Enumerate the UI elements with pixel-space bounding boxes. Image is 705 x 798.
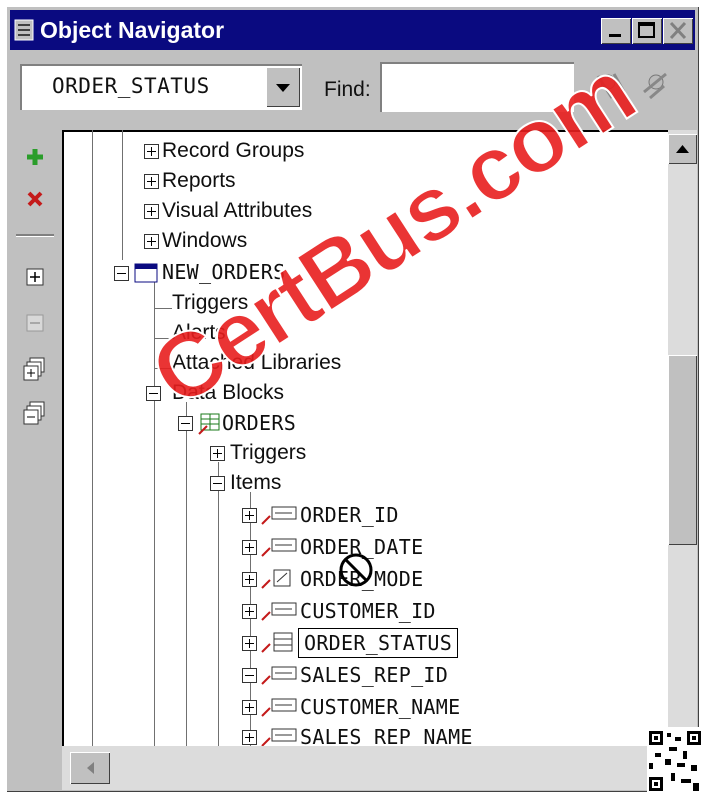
combo-value: ORDER_STATUS [52, 74, 210, 98]
close-button[interactable] [663, 18, 693, 44]
delete-button[interactable] [18, 182, 52, 216]
tree-guide-line [122, 130, 123, 260]
search-previous-icon[interactable] [594, 66, 630, 106]
qr-code-icon [647, 727, 703, 795]
collapse-icon [26, 314, 44, 332]
tree-guide-line [154, 338, 172, 339]
tree-node[interactable]: Windows [162, 228, 247, 254]
create-button[interactable] [18, 140, 52, 174]
list-item-icon [261, 632, 293, 653]
expand-all-icon [23, 357, 45, 381]
tree-guide-line [92, 130, 93, 746]
list-item-icon [261, 569, 291, 589]
toolbar: ORDER_STATUS Find: [10, 52, 695, 124]
no-drop-cursor-icon [339, 553, 373, 587]
text-item-icon [261, 666, 297, 685]
window-title: Object Navigator [40, 17, 225, 43]
tree-guide-line [218, 462, 219, 746]
expand-icon[interactable] [144, 204, 159, 219]
text-item-icon [261, 538, 297, 557]
tree-node[interactable]: Triggers [230, 440, 306, 466]
arrow-up-icon [676, 145, 689, 153]
expand-button[interactable] [18, 260, 52, 294]
collapse-icon[interactable] [178, 416, 193, 431]
tree-node[interactable]: Triggers [172, 290, 248, 316]
tree-node[interactable]: SALES_REP_NAME [300, 724, 473, 746]
scroll-left-button[interactable] [70, 752, 110, 784]
close-icon [669, 21, 687, 40]
tree-node[interactable]: Record Groups [162, 138, 304, 164]
expand-all-button[interactable] [18, 352, 52, 386]
expand-icon[interactable] [242, 700, 257, 715]
collapse-icon[interactable] [114, 266, 129, 281]
tree-guide-line [154, 368, 172, 369]
find-label: Find: [324, 78, 371, 101]
tree-node[interactable]: Data Blocks [172, 380, 284, 406]
vertical-toolbar [12, 130, 58, 460]
expand-icon[interactable] [144, 174, 159, 189]
maximize-button[interactable] [632, 18, 662, 44]
tree-node[interactable]: Attached Libraries [172, 350, 341, 376]
collapse-all-icon [23, 401, 45, 425]
object-combo[interactable]: ORDER_STATUS [20, 64, 302, 110]
expand-icon[interactable] [242, 636, 257, 651]
tree-guide-line [186, 402, 187, 746]
scroll-thumb[interactable] [668, 355, 697, 545]
expand-icon[interactable] [144, 234, 159, 249]
scroll-up-button[interactable] [668, 134, 697, 164]
expand-icon [26, 268, 44, 286]
create-icon [27, 149, 43, 165]
form-icon [14, 19, 34, 41]
collapse-icon[interactable] [146, 386, 161, 401]
tree-node-selected[interactable]: ORDER_STATUS [297, 628, 459, 658]
minimize-button[interactable] [601, 18, 631, 44]
expand-icon[interactable] [242, 572, 257, 587]
collapse-all-button[interactable] [18, 396, 52, 430]
minimize-icon [609, 34, 621, 37]
tree-node[interactable]: SALES_REP_ID [300, 662, 448, 688]
object-tree[interactable]: Record Groups Reports Visual Attributes … [62, 130, 668, 746]
expand-icon[interactable] [242, 604, 257, 619]
text-item-icon [261, 602, 297, 621]
expand-icon[interactable] [242, 540, 257, 555]
arrow-left-icon [87, 762, 94, 774]
tree-node[interactable]: Alerts [172, 320, 226, 346]
tree-node[interactable]: CUSTOMER_ID [300, 598, 436, 624]
tree-node[interactable]: Items [230, 470, 281, 496]
tree-node[interactable]: Reports [162, 168, 236, 194]
text-item-icon [261, 728, 297, 746]
delete-icon [27, 191, 43, 207]
block-icon [198, 413, 220, 435]
expand-icon[interactable] [242, 508, 257, 523]
toolbar-separator [16, 234, 54, 237]
tree-node[interactable]: CUSTOMER_NAME [300, 694, 460, 720]
tree-node[interactable]: ORDERS [222, 410, 296, 436]
expand-icon[interactable] [144, 144, 159, 159]
tree-node[interactable]: ORDER_ID [300, 502, 399, 528]
text-item-icon [261, 506, 297, 525]
tree-guide-line [154, 308, 172, 309]
maximize-icon [638, 22, 655, 38]
vertical-scrollbar[interactable] [668, 130, 697, 746]
expand-icon[interactable] [242, 730, 257, 745]
title-bar[interactable]: Object Navigator [10, 10, 695, 50]
combo-dropdown-button[interactable] [266, 67, 300, 107]
tree-node[interactable]: Visual Attributes [162, 198, 312, 224]
dropdown-arrow-icon [276, 84, 290, 92]
object-navigator-window: Object Navigator ORDER_STATUS Find: Reco… [6, 6, 699, 792]
horizontal-scrollbar[interactable] [62, 746, 668, 790]
tree-node[interactable]: NEW_ORDERS [162, 259, 285, 285]
collapse-icon[interactable] [242, 668, 257, 683]
form-module-icon [134, 263, 158, 283]
search-next-icon[interactable] [636, 66, 672, 106]
tree-guide-line [154, 282, 155, 746]
expand-icon[interactable] [210, 446, 225, 461]
collapse-icon[interactable] [210, 476, 225, 491]
find-input[interactable] [380, 62, 574, 112]
collapse-button[interactable] [18, 306, 52, 340]
text-item-icon [261, 698, 297, 717]
